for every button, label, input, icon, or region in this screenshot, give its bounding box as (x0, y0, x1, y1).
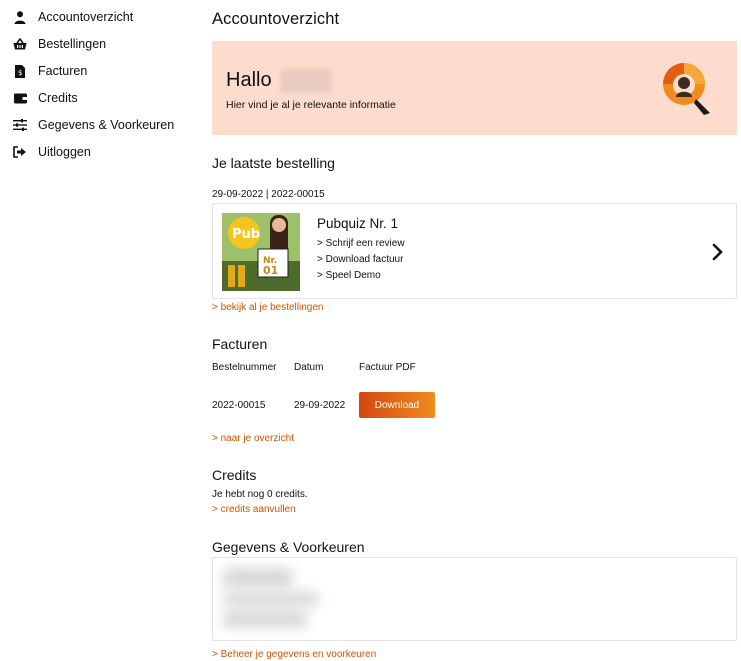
sliders-icon (12, 117, 28, 133)
sidebar-item-label: Gegevens & Voorkeuren (38, 118, 175, 132)
invoice-icon: $ (12, 63, 28, 79)
column-header-date: Datum (294, 362, 324, 373)
sidebar-item-accountoverzicht[interactable]: Accountoverzicht (12, 8, 133, 26)
invoices-overview-link[interactable]: > naar je overzicht (212, 433, 294, 444)
invoice-date: 29-09-2022 (294, 400, 346, 411)
sidebar-item-uitloggen[interactable]: Uitloggen (12, 143, 91, 161)
product-title: Pubquiz Nr. 1 (317, 216, 399, 231)
sidebar-item-label: Uitloggen (38, 145, 91, 159)
latest-order-heading: Je laatste bestelling (212, 155, 335, 171)
invoices-heading: Facturen (212, 336, 268, 352)
preferences-heading: Gegevens & Voorkeuren (212, 539, 365, 555)
sidebar-item-label: Bestellingen (38, 37, 107, 51)
topup-credits-link[interactable]: > credits aanvullen (212, 504, 296, 515)
credits-heading: Credits (212, 467, 257, 483)
redacted-username (280, 69, 332, 93)
sidebar-item-gegevens-voorkeuren[interactable]: Gegevens & Voorkeuren (12, 116, 174, 134)
basket-icon (12, 36, 28, 52)
sidebar-item-label: Credits (38, 91, 78, 105)
product-thumbnail: Pub Nr. 01 (222, 213, 300, 291)
manage-preferences-link[interactable]: > Beheer je gegevens en voorkeuren (212, 649, 376, 660)
download-invoice-button[interactable]: Download (359, 392, 435, 418)
svg-text:$: $ (18, 69, 22, 77)
welcome-banner: Hallo Hier vind je al je relevante infor… (212, 41, 737, 135)
order-meta: 29-09-2022 | 2022-00015 (212, 189, 325, 200)
sidebar-item-credits[interactable]: Credits (12, 89, 78, 107)
page-title: Accountoverzicht (212, 10, 340, 28)
credits-balance: Je hebt nog 0 credits. (212, 489, 308, 500)
logout-icon (12, 144, 28, 160)
column-header-invoice-pdf: Factuur PDF (359, 362, 416, 373)
preferences-card (212, 557, 737, 641)
latest-order-card[interactable]: Pub Nr. 01 Pubquiz Nr. 1 > Schrijf een r… (212, 203, 737, 299)
svg-text:Pub: Pub (232, 227, 260, 242)
view-all-orders-link[interactable]: > bekijk al je bestellingen (212, 302, 323, 313)
svg-text:01: 01 (263, 264, 278, 277)
chevron-right-icon[interactable] (709, 241, 727, 263)
quiz-logo-icon (656, 57, 720, 121)
redacted-info (223, 592, 319, 606)
user-icon (12, 9, 28, 25)
redacted-info (223, 610, 307, 628)
welcome-subtitle: Hier vind je al je relevante informatie (226, 99, 396, 111)
redacted-info (223, 568, 293, 588)
wallet-icon (12, 90, 28, 106)
column-header-order-number: Bestelnummer (212, 362, 277, 373)
sidebar-item-facturen[interactable]: $ Facturen (12, 62, 87, 80)
invoice-order-number: 2022-00015 (212, 400, 266, 411)
write-review-link[interactable]: > Schrijf een review (317, 238, 405, 249)
greeting: Hallo (226, 69, 272, 91)
play-demo-link[interactable]: > Speel Demo (317, 270, 381, 281)
download-invoice-link[interactable]: > Download factuur (317, 254, 403, 265)
sidebar-item-label: Facturen (38, 64, 88, 78)
sidebar-item-bestellingen[interactable]: Bestellingen (12, 35, 106, 53)
sidebar-item-label: Accountoverzicht (38, 10, 134, 24)
